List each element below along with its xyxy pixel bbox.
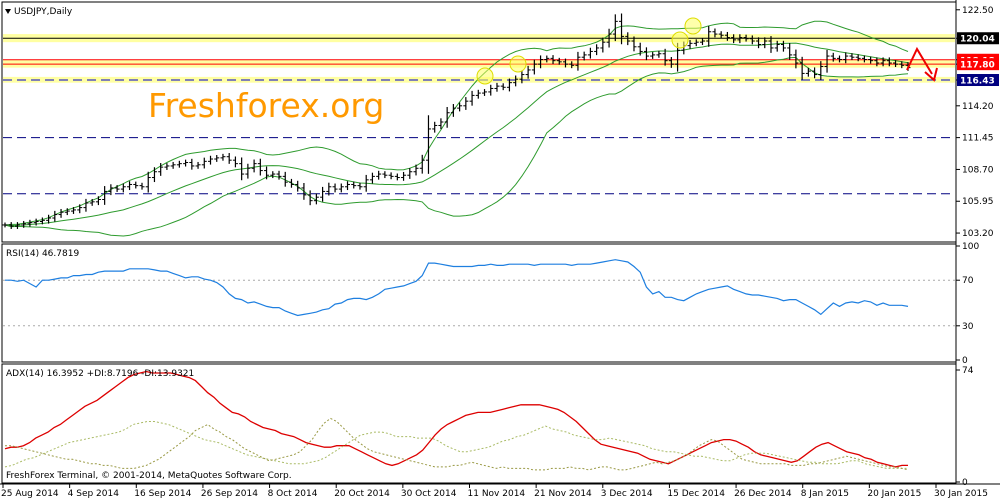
highlight-circle [671, 31, 689, 49]
watermark: Freshforex.org [148, 86, 384, 125]
x-tick-label: 25 Aug 2014 [1, 489, 59, 499]
y-tick-label: 114.20 [962, 102, 994, 112]
rsi-panel-title: RSI(14) 46.7819 [6, 249, 79, 259]
y-tick-label: 111.45 [962, 134, 994, 144]
rsi-tick-label: 30 [962, 322, 974, 332]
y-tick-label: 122.50 [962, 6, 994, 16]
y-tick-label: 105.95 [962, 197, 994, 207]
y-tick-label: 103.20 [962, 229, 994, 239]
x-tick-label: 8 Jan 2015 [801, 489, 849, 499]
x-tick-label: 30 Oct 2014 [401, 489, 457, 499]
x-tick-label: 4 Sep 2014 [68, 489, 120, 499]
x-tick-label: 30 Jan 2015 [934, 489, 988, 499]
price-tags: 120.04118.18117.80116.43 [957, 32, 999, 87]
x-tick-label: 26 Dec 2014 [734, 489, 792, 499]
x-tick-label: 8 Oct 2014 [268, 489, 318, 499]
rsi-tick-label: 0 [962, 356, 968, 366]
x-tick-label: 20 Oct 2014 [334, 489, 390, 499]
y-tick-label: 108.70 [962, 165, 994, 175]
x-tick-label: 11 Nov 2014 [468, 489, 526, 499]
price-tag-label: 117.80 [960, 61, 995, 71]
price-tag-label: 116.43 [960, 77, 995, 87]
price-tag-label: 120.04 [960, 35, 995, 45]
adx-tick-label: 0 [962, 478, 968, 488]
highlight-band [3, 59, 955, 68]
rsi-tick-label: 70 [962, 276, 974, 286]
adx-panel-title: ADX(14) 16.3952 +DI:8.7196 -DI:13.9321 [6, 369, 194, 379]
highlight-circle [684, 17, 702, 35]
footer-copyright: FreshForex Terminal, © 2001-2014, MetaQu… [6, 471, 292, 481]
x-tick-label: 3 Dec 2014 [601, 489, 653, 499]
chart-root: USDJPY,Daily RSI(14) 46.7819 ADX(14) 16.… [0, 0, 1000, 500]
x-tick-label: 16 Sep 2014 [134, 489, 191, 499]
x-tick-label: 21 Nov 2014 [534, 489, 592, 499]
adx-tick-label: 74 [962, 366, 974, 376]
x-tick-label: 26 Sep 2014 [201, 489, 258, 499]
rsi-tick-label: 100 [962, 242, 979, 252]
main-panel-title: USDJPY,Daily [14, 7, 73, 17]
x-tick-label: 15 Dec 2014 [667, 489, 725, 499]
x-tick-label: 20 Jan 2015 [867, 489, 921, 499]
highlight-circle [476, 67, 494, 85]
highlight-circle [509, 55, 527, 73]
